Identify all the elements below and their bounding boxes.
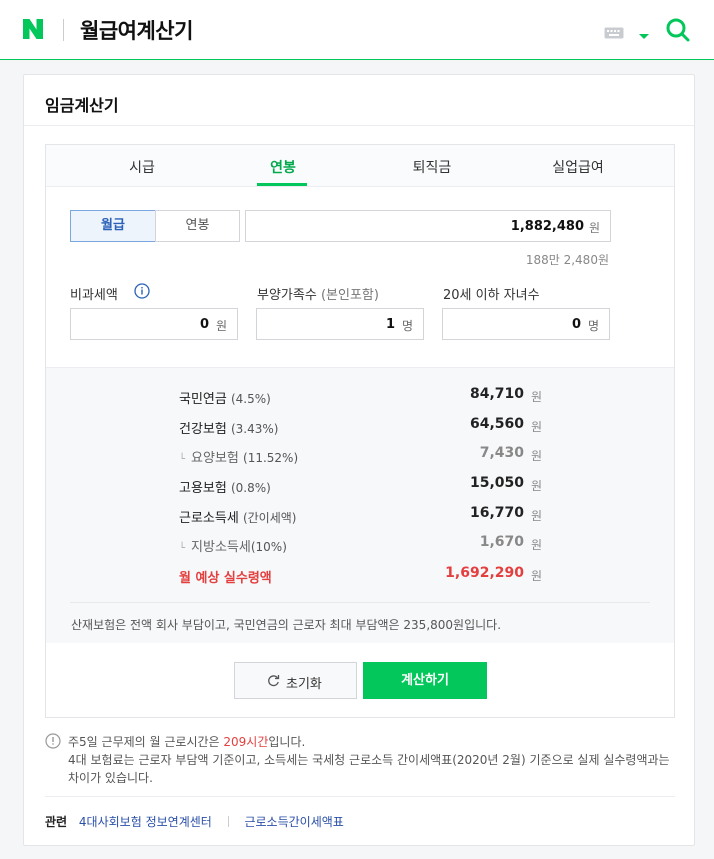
result-row-net-pay: 월 예상 실수령액 1,692,290 원 bbox=[179, 565, 542, 586]
info-icon[interactable] bbox=[134, 283, 150, 303]
header-divider bbox=[63, 19, 64, 41]
calculator-panel: 시급 연봉 퇴직금 실업급여 월급 연봉 1,882,480 원 188만 2,… bbox=[45, 144, 675, 718]
deduction-results: 국민연금 (4.5%) 84,710 원 건강보험 (3.43%) 64,560… bbox=[46, 367, 674, 643]
divider bbox=[70, 602, 650, 603]
wage-calculator-card: 임금계산기 시급 연봉 퇴직금 실업급여 월급 연봉 1,882,480 원 1… bbox=[23, 74, 695, 846]
children-unit: 명 bbox=[587, 319, 599, 333]
result-row-pension: 국민연금 (4.5%) 84,710 원 bbox=[179, 386, 542, 407]
link-social-insurance-center[interactable]: 4대사회보험 정보연계센터 bbox=[79, 815, 212, 829]
tree-branch-icon: └ bbox=[179, 454, 186, 465]
divider bbox=[45, 796, 675, 797]
nontax-input[interactable]: 0 원 bbox=[70, 308, 238, 340]
result-row-health: 건강보험 (3.43%) 64,560 원 bbox=[179, 416, 542, 437]
annual-toggle-button[interactable]: 연봉 bbox=[155, 210, 240, 242]
link-simplified-tax-table[interactable]: 근로소득간이세액표 bbox=[244, 815, 343, 829]
divider bbox=[24, 125, 694, 126]
salary-amount-input[interactable]: 1,882,480 원 bbox=[245, 210, 611, 242]
card-title: 임금계산기 bbox=[45, 96, 119, 115]
nontax-label: 비과세액 bbox=[70, 288, 118, 303]
tab-hourly[interactable]: 시급 bbox=[82, 157, 202, 177]
page-title: 월급여계산기 bbox=[80, 19, 193, 43]
nontax-unit: 원 bbox=[215, 319, 227, 333]
result-row-income-tax: 근로소득세 (간이세액) 16,770 원 bbox=[179, 505, 542, 526]
refresh-icon bbox=[267, 674, 280, 691]
monthly-toggle-button[interactable]: 월급 bbox=[70, 210, 156, 242]
result-note: 산재보험은 전액 회사 부담이고, 국민연금의 근로자 최대 부담액은 235,… bbox=[71, 618, 502, 632]
dependents-input[interactable]: 1 명 bbox=[256, 308, 424, 340]
dependents-label: 부양가족수 (본인포함) bbox=[257, 288, 379, 303]
active-tab-indicator bbox=[257, 183, 307, 186]
app-header: 월급여계산기 bbox=[0, 0, 714, 60]
calculator-tabs: 시급 연봉 퇴직금 실업급여 bbox=[46, 145, 674, 187]
nontax-value: 0 bbox=[199, 317, 209, 332]
salary-amount-value: 1,882,480 bbox=[510, 219, 584, 234]
salary-amount-unit: 원 bbox=[588, 221, 600, 235]
naver-logo-icon[interactable] bbox=[21, 17, 45, 41]
children-input[interactable]: 0 명 bbox=[442, 308, 610, 340]
children-label: 20세 이하 자녀수 bbox=[443, 288, 540, 303]
related-links: 관련 4대사회보험 정보연계센터 근로소득간이세액표 bbox=[45, 815, 344, 829]
salary-amount-korean: 188만 2,480원 bbox=[525, 253, 609, 267]
result-row-longterm-care: └ 요양보험 (11.52%) 7,430 원 bbox=[179, 445, 542, 466]
calculate-button[interactable]: 계산하기 bbox=[363, 662, 487, 699]
chevron-down-icon[interactable] bbox=[638, 26, 650, 45]
notice-text: 주5일 근무제의 월 근로시간은 209시간입니다. 4대 보험료는 근로자 부… bbox=[68, 735, 670, 785]
dependents-unit: 명 bbox=[401, 319, 413, 333]
tab-severance[interactable]: 퇴직금 bbox=[372, 157, 492, 177]
reset-button[interactable]: 초기화 bbox=[234, 662, 357, 699]
result-row-local-tax: └ 지방소득세(10%) 1,670 원 bbox=[179, 534, 542, 555]
children-value: 0 bbox=[571, 317, 581, 332]
link-separator bbox=[227, 816, 229, 827]
search-icon[interactable] bbox=[665, 17, 691, 47]
notice-icon bbox=[45, 733, 61, 753]
keyboard-icon[interactable] bbox=[604, 24, 624, 43]
tree-branch-icon: └ bbox=[179, 543, 186, 554]
result-row-employment: 고용보험 (0.8%) 15,050 원 bbox=[179, 475, 542, 496]
tab-annual[interactable]: 연봉 bbox=[223, 157, 343, 177]
tab-unemployment[interactable]: 실업급여 bbox=[518, 157, 638, 177]
dependents-value: 1 bbox=[385, 317, 395, 332]
